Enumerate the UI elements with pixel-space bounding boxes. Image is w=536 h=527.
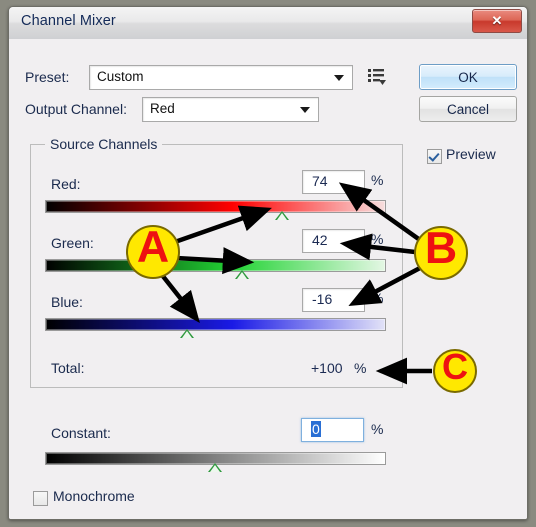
- dialog-body: Preset: Custom Output Channel: Red OK Ca…: [9, 39, 527, 519]
- green-channel-input[interactable]: 42: [302, 229, 365, 253]
- chevron-down-icon: [300, 107, 310, 113]
- cancel-button[interactable]: Cancel: [419, 96, 517, 122]
- output-channel-label: Output Channel:: [25, 101, 127, 117]
- green-channel-value: 42: [312, 232, 328, 248]
- green-channel-label: Green:: [51, 235, 94, 251]
- red-channel-value: 74: [312, 173, 328, 189]
- green-channel-unit: %: [371, 231, 384, 247]
- blue-channel-slider-track[interactable]: [45, 318, 386, 331]
- constant-label: Constant:: [51, 425, 111, 441]
- red-channel-input[interactable]: 74: [302, 170, 365, 194]
- green-channel-slider-track[interactable]: [45, 259, 386, 272]
- preset-menu-icon[interactable]: [367, 67, 387, 86]
- preview-label: Preview: [446, 146, 496, 162]
- red-channel-label: Red:: [51, 176, 81, 192]
- preset-dropdown[interactable]: Custom: [89, 65, 353, 90]
- output-channel-dropdown[interactable]: Red: [142, 97, 319, 122]
- constant-unit: %: [371, 421, 384, 437]
- constant-slider-thumb[interactable]: [207, 463, 222, 472]
- close-icon: ✕: [491, 13, 503, 28]
- total-unit: %: [354, 360, 367, 376]
- constant-input[interactable]: 0: [301, 418, 364, 442]
- window-title: Channel Mixer: [21, 13, 116, 29]
- source-channels-title: Source Channels: [45, 136, 163, 152]
- preset-label: Preset:: [25, 69, 70, 85]
- red-channel-slider-thumb[interactable]: [275, 211, 290, 220]
- chevron-down-icon: [334, 75, 344, 81]
- monochrome-checkbox[interactable]: [33, 491, 48, 506]
- total-label: Total:: [51, 360, 85, 376]
- close-button[interactable]: ✕: [472, 9, 522, 33]
- monochrome-label: Monochrome: [53, 488, 135, 504]
- blue-channel-value: -16: [312, 291, 333, 307]
- title-bar: Channel Mixer ✕: [9, 7, 527, 40]
- ok-button[interactable]: OK: [419, 64, 517, 90]
- red-channel-slider-track[interactable]: [45, 200, 386, 213]
- preset-value: Custom: [97, 69, 144, 84]
- cancel-button-label: Cancel: [446, 101, 490, 117]
- output-channel-value: Red: [150, 101, 175, 116]
- preview-checkbox[interactable]: [427, 149, 442, 164]
- red-channel-unit: %: [371, 172, 384, 188]
- ok-button-label: OK: [458, 69, 478, 85]
- blue-channel-input[interactable]: -16: [302, 288, 365, 312]
- channel-mixer-dialog: Channel Mixer ✕ Preset: Custom Output Ch…: [8, 6, 528, 520]
- blue-channel-unit: %: [371, 290, 384, 306]
- constant-value: 0: [311, 421, 321, 437]
- blue-channel-label: Blue:: [51, 294, 83, 310]
- total-value: +100: [311, 360, 343, 376]
- green-channel-slider-thumb[interactable]: [234, 270, 249, 279]
- blue-channel-slider-thumb[interactable]: [180, 329, 195, 338]
